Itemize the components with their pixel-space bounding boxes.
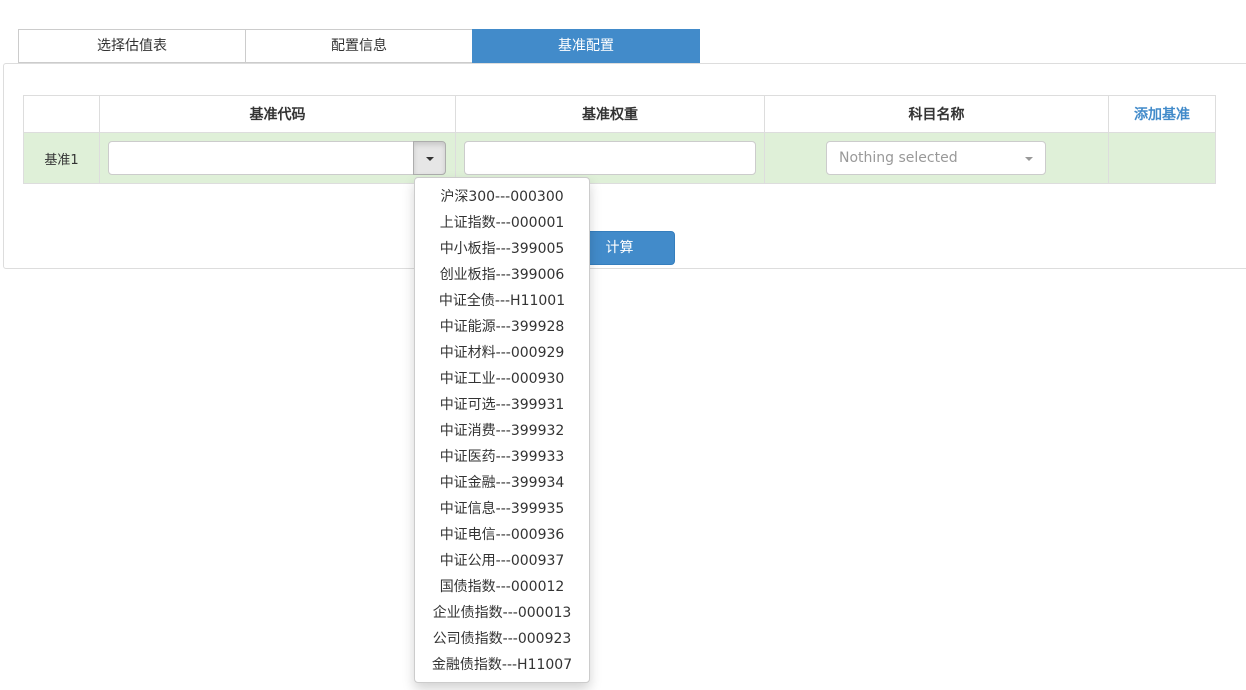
table-header-row: 基准代码 基准权重 科目名称 添加基准 bbox=[23, 95, 1216, 133]
dropdown-option[interactable]: 国债指数---000012 bbox=[415, 574, 589, 600]
subject-name-select[interactable]: Nothing selected bbox=[826, 141, 1046, 175]
tab-select-valuation-table[interactable]: 选择估值表 bbox=[18, 29, 246, 63]
dropdown-option[interactable]: 中证全债---H11001 bbox=[415, 288, 589, 314]
dropdown-option[interactable]: 中证材料---000929 bbox=[415, 340, 589, 366]
dropdown-option[interactable]: 中证消费---399932 bbox=[415, 418, 589, 444]
benchmark-weight-input[interactable] bbox=[464, 141, 756, 175]
add-benchmark-link[interactable]: 添加基准 bbox=[1134, 107, 1190, 123]
header-benchmark-code: 基准代码 bbox=[99, 95, 456, 133]
tab-bar: 选择估值表 配置信息 基准配置 bbox=[18, 29, 700, 63]
dropdown-option[interactable]: 中证工业---000930 bbox=[415, 366, 589, 392]
tab-config-info[interactable]: 配置信息 bbox=[245, 29, 473, 63]
dropdown-option[interactable]: 公司债指数---000923 bbox=[415, 626, 589, 652]
subject-name-placeholder: Nothing selected bbox=[839, 150, 958, 166]
dropdown-option[interactable]: 上证指数---000001 bbox=[415, 210, 589, 236]
caret-down-icon bbox=[426, 157, 434, 161]
dropdown-option[interactable]: 企业债指数---000013 bbox=[415, 600, 589, 626]
dropdown-option[interactable]: 中证电信---000936 bbox=[415, 522, 589, 548]
dropdown-option[interactable]: 创业板指---399006 bbox=[415, 262, 589, 288]
subject-name-cell: Nothing selected bbox=[764, 132, 1109, 184]
row-action-cell bbox=[1108, 132, 1216, 184]
benchmark-code-cell bbox=[99, 132, 456, 184]
dropdown-option[interactable]: 中证可选---399931 bbox=[415, 392, 589, 418]
dropdown-option[interactable]: 中小板指---399005 bbox=[415, 236, 589, 262]
benchmark-code-input[interactable] bbox=[108, 141, 414, 175]
dropdown-option[interactable]: 沪深300---000300 bbox=[415, 184, 589, 210]
header-subject-name: 科目名称 bbox=[764, 95, 1109, 133]
dropdown-option[interactable]: 中证信息---399935 bbox=[415, 496, 589, 522]
benchmark-code-combobox bbox=[108, 141, 446, 175]
benchmark-code-dropdown-menu: 沪深300---000300 上证指数---000001 中小板指---3990… bbox=[414, 177, 590, 683]
caret-down-icon bbox=[1025, 157, 1033, 161]
row-label: 基准1 bbox=[23, 132, 100, 184]
tab-benchmark-config[interactable]: 基准配置 bbox=[472, 29, 700, 63]
dropdown-option[interactable]: 中证能源---399928 bbox=[415, 314, 589, 340]
dropdown-option[interactable]: 中证金融---399934 bbox=[415, 470, 589, 496]
benchmark-table: 基准代码 基准权重 科目名称 添加基准 基准1 Nothing selected bbox=[23, 95, 1216, 184]
benchmark-code-dropdown-toggle[interactable] bbox=[413, 141, 446, 175]
dropdown-option[interactable]: 中证医药---399933 bbox=[415, 444, 589, 470]
header-add-cell: 添加基准 bbox=[1108, 95, 1216, 133]
header-blank bbox=[23, 95, 100, 133]
table-row: 基准1 Nothing selected bbox=[23, 132, 1216, 184]
header-benchmark-weight: 基准权重 bbox=[455, 95, 765, 133]
benchmark-weight-cell bbox=[455, 132, 765, 184]
dropdown-option[interactable]: 中证公用---000937 bbox=[415, 548, 589, 574]
dropdown-option[interactable]: 金融债指数---H11007 bbox=[415, 652, 589, 678]
